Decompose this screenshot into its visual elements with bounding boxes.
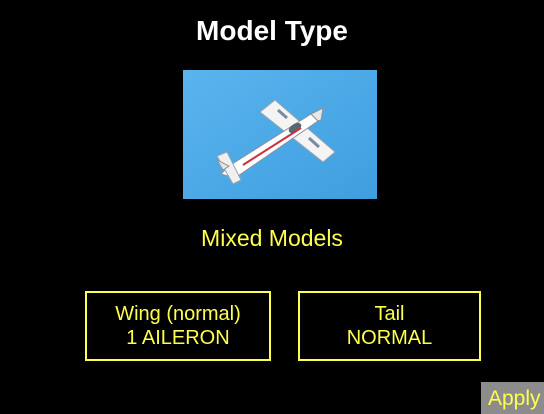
tail-type-button[interactable]: Tail NORMAL [298, 291, 481, 361]
tail-type-label: Tail [374, 303, 405, 325]
model-photo [183, 70, 377, 199]
wing-type-label: Wing (normal) [115, 303, 241, 325]
tail-type-value: NORMAL [346, 327, 433, 349]
apply-button[interactable]: Apply [481, 382, 544, 414]
wing-type-button[interactable]: Wing (normal) 1 AILERON [85, 291, 271, 361]
wing-type-value: 1 AILERON [126, 327, 230, 349]
page-title: Model Type [196, 15, 348, 46]
airplane-photo-icon [183, 70, 377, 199]
model-subtitle: Mixed Models [201, 225, 343, 251]
